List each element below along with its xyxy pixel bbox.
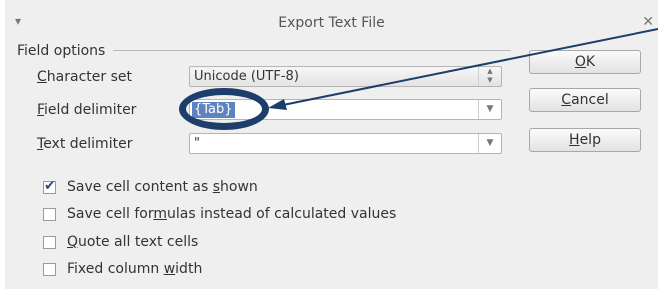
annotation-arrow: [268, 28, 658, 110]
